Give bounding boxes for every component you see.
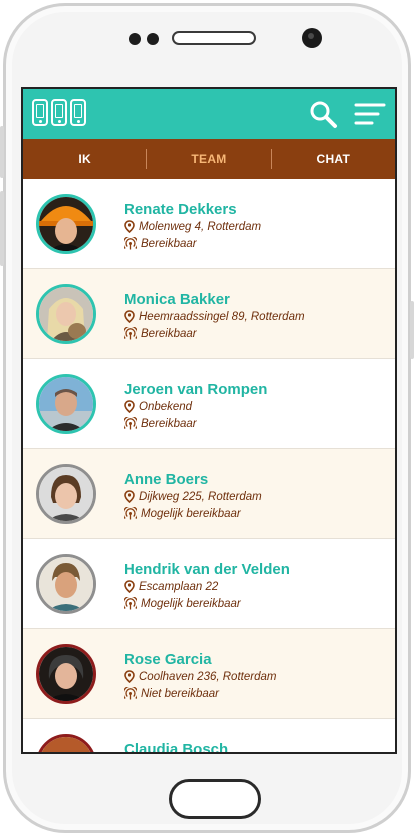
contact-location-text: Escamplaan 22 [139,580,219,593]
volume-button [0,126,4,178]
signal-icon [124,597,137,610]
contact-row[interactable]: Anne Boers Dijkweg 225, Rotterdam Mogeli… [23,449,395,539]
avatar [36,644,96,704]
sensor-dot [147,33,159,45]
contact-location: Molenweg 4, Rotterdam [124,220,261,233]
home-button[interactable] [169,779,261,819]
power-button [410,301,414,359]
contact-name: Renate Dekkers [124,201,237,218]
app-screen: IK TEAM CHAT Renate Dekkers Molenweg 4, … [21,87,397,754]
location-pin-icon [124,310,135,323]
location-pin-icon [124,400,135,413]
search-icon[interactable] [308,99,338,129]
tab-ik[interactable]: IK [23,139,146,179]
contact-name: Monica Bakker [124,291,230,308]
contact-name: Anne Boers [124,471,209,488]
avatar [36,374,96,434]
contact-status-text: Bereikbaar [141,237,197,250]
avatar [36,194,96,254]
front-camera [302,28,322,48]
contact-status: Bereikbaar [124,327,197,340]
contact-status-text: Bereikbaar [141,417,197,430]
contact-location-text: Coolhaven 236, Rotterdam [139,670,277,683]
avatar [36,464,96,524]
volume-button-lower [0,191,4,266]
contact-name: Claudia Bosch [124,741,229,754]
earpiece-speaker [172,31,256,45]
contact-status: Mogelijk bereikbaar [124,507,241,520]
contact-location: Coolhaven 236, Rotterdam [124,670,276,683]
avatar [36,284,96,344]
contact-row[interactable]: Monica Bakker Heemraadssingel 89, Rotter… [23,269,395,359]
contact-location: Onbekend [124,400,192,413]
contact-status-text: Mogelijk bereikbaar [141,507,241,520]
contact-status-text: Bereikbaar [141,327,197,340]
signal-icon [124,507,137,520]
avatar [36,734,96,752]
location-pin-icon [124,220,135,233]
phones-logo-icon[interactable] [32,99,86,126]
contact-status-text: Mogelijk bereikbaar [141,597,241,610]
contact-row[interactable]: Claudia Bosch [23,719,395,754]
contact-row[interactable]: Rose Garcia Coolhaven 236, Rotterdam Nie… [23,629,395,719]
location-pin-icon [124,490,135,503]
avatar [36,554,96,614]
contact-status: Bereikbaar [124,237,197,250]
contact-location-text: Dijkweg 225, Rotterdam [139,490,262,503]
tab-chat[interactable]: CHAT [272,139,395,179]
contact-row[interactable]: Hendrik van der Velden Escamplaan 22 Mog… [23,539,395,629]
contact-location: Heemraadssingel 89, Rotterdam [124,310,305,323]
contact-location: Dijkweg 225, Rotterdam [124,490,262,503]
contact-row[interactable]: Renate Dekkers Molenweg 4, Rotterdam Ber… [23,179,395,269]
contact-location: Escamplaan 22 [124,580,218,593]
contact-status: Mogelijk bereikbaar [124,597,241,610]
contact-row[interactable]: Jeroen van Rompen Onbekend Bereikbaar [23,359,395,449]
contact-status: Bereikbaar [124,417,197,430]
menu-icon[interactable] [354,101,386,127]
contact-location-text: Heemraadssingel 89, Rotterdam [139,310,305,323]
contact-location-text: Molenweg 4, Rotterdam [139,220,262,233]
contact-status: Niet bereikbaar [124,687,219,700]
contact-name: Hendrik van der Velden [124,561,290,578]
contact-name: Rose Garcia [124,651,212,668]
signal-icon [124,237,137,250]
contact-list: Renate Dekkers Molenweg 4, Rotterdam Ber… [23,179,395,754]
signal-icon [124,417,137,430]
location-pin-icon [124,670,135,683]
location-pin-icon [124,580,135,593]
contact-name: Jeroen van Rompen [124,381,268,398]
signal-icon [124,327,137,340]
top-bar [23,89,395,139]
signal-icon [124,687,137,700]
tab-team[interactable]: TEAM [147,139,270,179]
sensor-dot [129,33,141,45]
tab-bar: IK TEAM CHAT [23,139,395,179]
contact-location-text: Onbekend [139,400,193,413]
contact-status-text: Niet bereikbaar [141,687,219,700]
